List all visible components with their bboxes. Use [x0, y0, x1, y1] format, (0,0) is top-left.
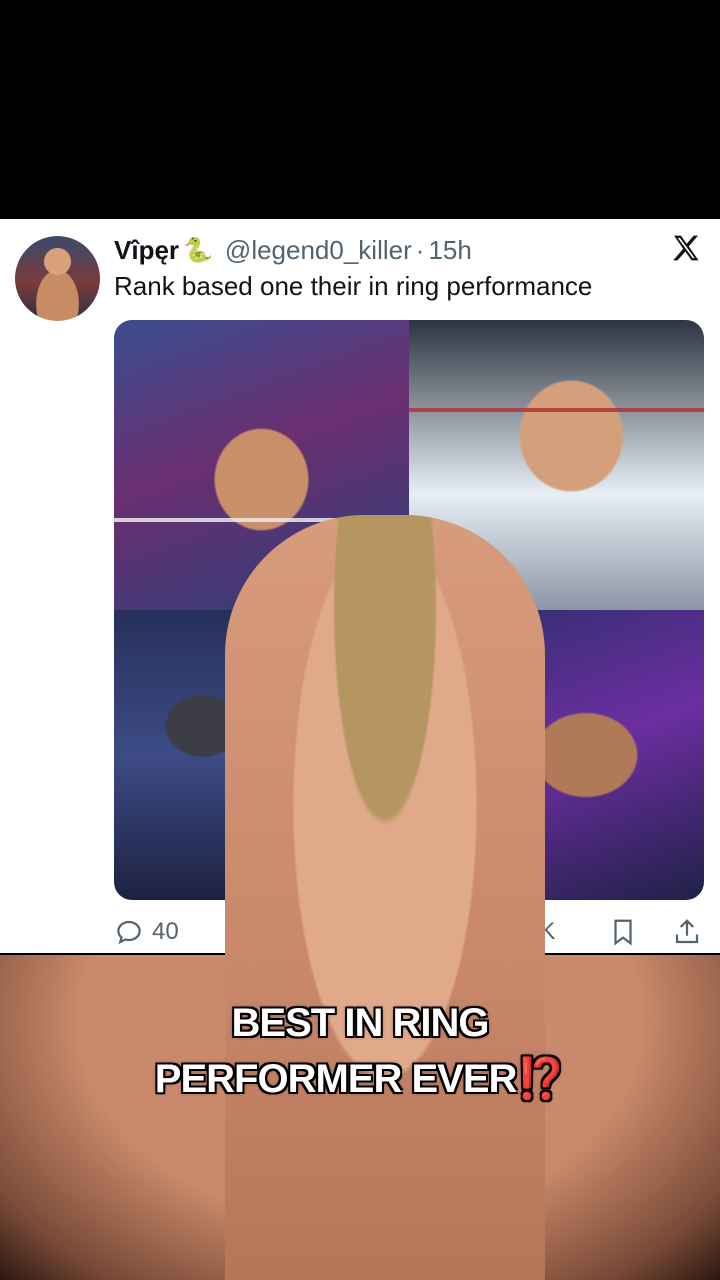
avatar[interactable] [15, 236, 100, 321]
share-button[interactable] [672, 917, 702, 947]
display-name[interactable]: Vîpęr [114, 235, 179, 266]
tweet-header: Vîpęr 🐍 @legend0_killer · 15h [114, 233, 472, 267]
caption-line-1: BEST IN RING [231, 1001, 490, 1045]
reply-count: 40 [152, 918, 179, 945]
user-handle[interactable]: @legend0_killer [225, 235, 412, 266]
separator-dot: · [415, 234, 425, 265]
video-caption: BEST IN RING PERFORMER EVER⁉️ [0, 995, 720, 1107]
ring-rope [409, 408, 704, 412]
bookmark-icon [614, 919, 632, 946]
caption-line-2-text: PERFORMER EVER [154, 1057, 518, 1101]
tweet-time[interactable]: 15h [428, 235, 471, 266]
comment-icon [117, 920, 141, 945]
top-black-bar [0, 0, 720, 219]
caption-line-2: PERFORMER EVER⁉️ [0, 1051, 720, 1107]
x-logo-icon [673, 235, 699, 261]
share-icon [675, 919, 699, 944]
video-person-face [225, 515, 545, 1280]
interrobang-emoji: ⁉️ [516, 1057, 566, 1101]
reply-button[interactable]: 40 [114, 917, 179, 947]
tweet-text: Rank based one their in ring performance [114, 271, 593, 301]
snake-emoji: 🐍 [183, 236, 213, 264]
bookmark-button[interactable] [608, 917, 638, 947]
